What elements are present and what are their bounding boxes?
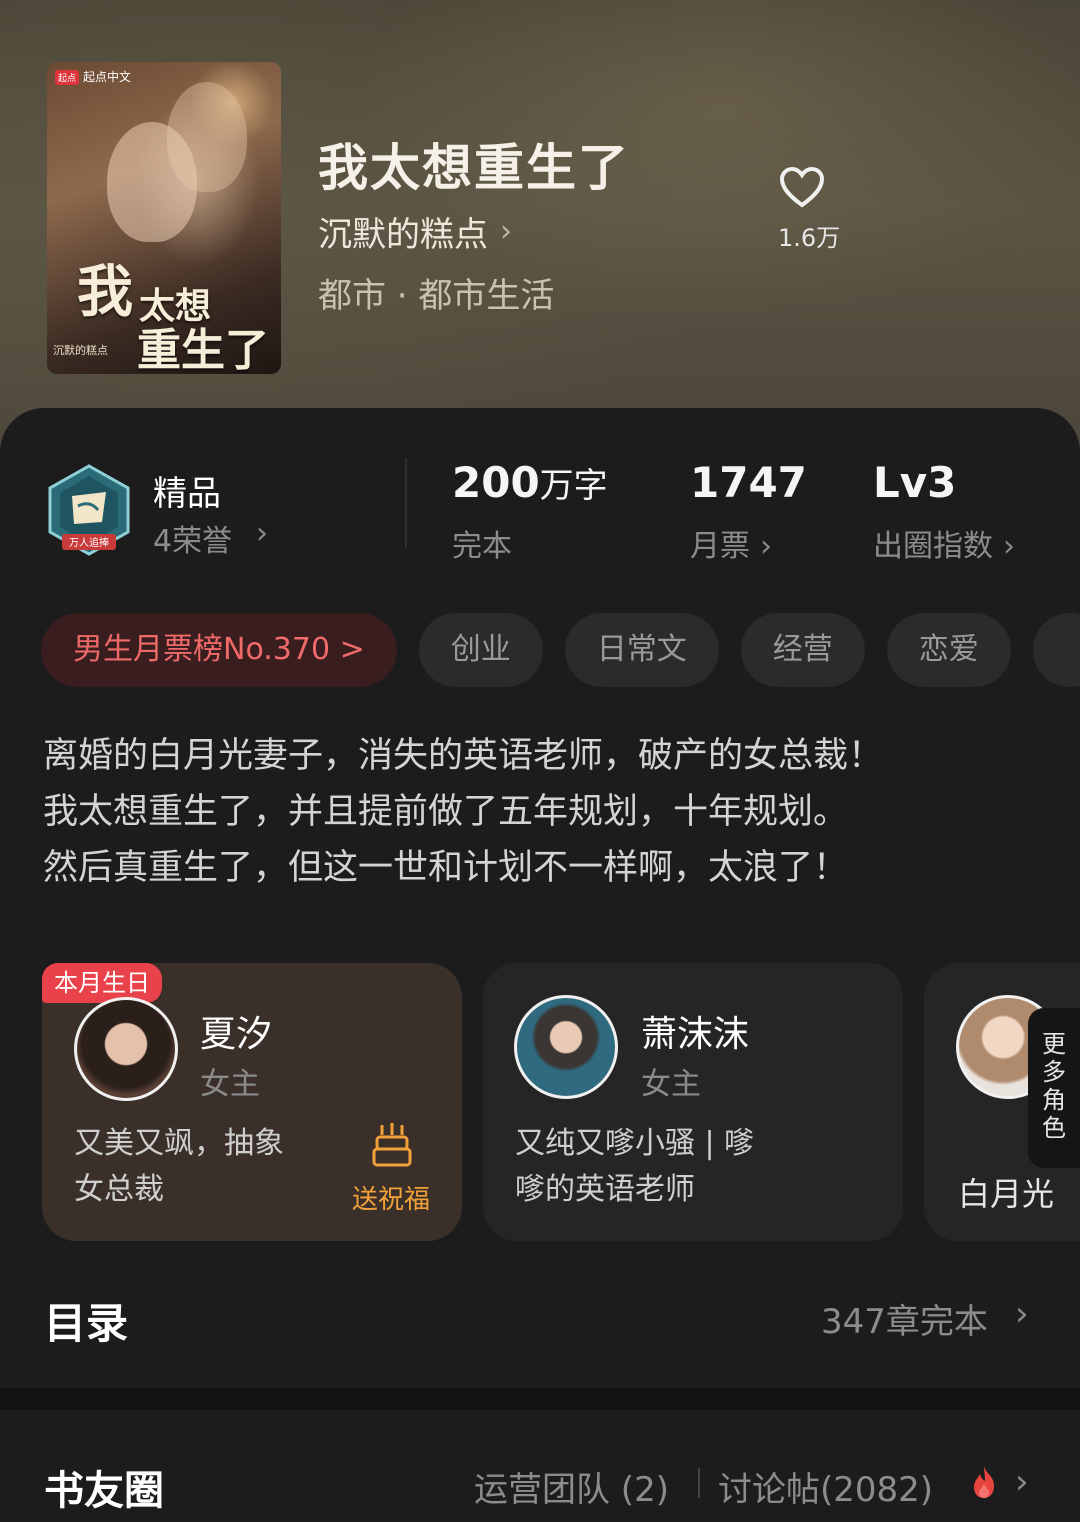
section-separator xyxy=(0,1388,1080,1410)
book-genre: 都市 · 都市生活 xyxy=(318,276,555,316)
chevron-right-icon: › xyxy=(256,516,268,551)
birthday-badge: 本月生日 xyxy=(42,963,162,1003)
publisher-logo: 起点 xyxy=(55,70,80,85)
heart-icon[interactable] xyxy=(778,165,826,209)
tag-chip[interactable]: 创业 xyxy=(418,613,543,687)
character-name: 夏汐 xyxy=(200,1014,273,1055)
fire-icon xyxy=(974,1466,994,1498)
stat-value: 1747 xyxy=(690,458,807,507)
chevron-right-icon: › xyxy=(1015,1294,1029,1334)
more-roles-char: 色 xyxy=(1042,1114,1066,1142)
discussion-posts-link[interactable]: 讨论帖(2082) xyxy=(718,1462,933,1511)
rank-tag[interactable]: 男生月票榜No.370 > xyxy=(41,613,397,687)
divider xyxy=(405,458,407,548)
chevron-right-icon: › xyxy=(760,529,772,564)
toc-summary[interactable]: 347章完本 xyxy=(821,1294,988,1343)
character-name: 白月光 xyxy=(958,1175,1055,1213)
avatar xyxy=(514,995,618,1099)
tag-chip[interactable]: 经营 xyxy=(740,613,865,687)
stat-label: 完本 xyxy=(452,529,512,564)
tag-chip-partial[interactable] xyxy=(1032,613,1080,687)
like-count: 1.6万 xyxy=(778,224,841,252)
book-title: 我太想重生了 xyxy=(318,138,630,197)
book-intro[interactable]: 离婚的白月光妻子，消失的英语老师，破产的女总裁！ 我太想重生了，并且提前做了五年… xyxy=(43,728,1043,896)
character-role: 女主 xyxy=(200,1067,260,1102)
stat-label: 月票 xyxy=(690,529,750,564)
toc-title[interactable]: 目录 xyxy=(44,1290,128,1351)
stat-unit: 万字 xyxy=(539,466,608,506)
cover-figure xyxy=(107,122,197,242)
book-cover[interactable]: 起点 起点中文 我 太想 重生了 沉默的糕点 xyxy=(47,62,281,374)
character-desc: 又美又飒，抽象 女总裁 xyxy=(74,1121,284,1213)
character-card[interactable]: 本月生日 夏汐 女主 又美又飒，抽象 女总裁 送祝福 xyxy=(42,963,462,1241)
stat-monthly-tickets[interactable]: 1747 月票 › xyxy=(690,458,807,565)
cover-title-1: 我 xyxy=(77,259,133,325)
quality-badge-icon[interactable]: 万人追捧 xyxy=(44,462,134,558)
stat-label: 出圈指数 xyxy=(873,529,993,564)
character-desc-line: 又美又飒，抽象 xyxy=(74,1126,284,1161)
character-card[interactable]: 萧沫沫 女主 又纯又嗲小骚 | 嗲 嗲的英语老师 xyxy=(483,963,903,1241)
character-name: 萧沫沫 xyxy=(641,1014,750,1055)
more-roles-char: 多 xyxy=(1042,1058,1066,1086)
stat-value: 200 xyxy=(452,458,540,507)
author-link[interactable]: 沉默的糕点 › xyxy=(318,207,512,256)
avatar xyxy=(74,997,178,1101)
character-desc-line: 女总裁 xyxy=(74,1172,164,1207)
badge-ribbon-text: 万人追捧 xyxy=(69,536,109,549)
stat-words: 200万字 完本 xyxy=(452,458,608,565)
intro-line: 我太想重生了，并且提前做了五年规划，十年规划。 xyxy=(43,792,849,832)
character-list: 本月生日 夏汐 女主 又美又飒，抽象 女总裁 送祝福 萧沫沫 女主 又纯又嗲小骚… xyxy=(42,963,1080,1241)
cover-title-3: 重生了 xyxy=(137,325,269,374)
character-desc-line: 又纯又嗲小骚 | 嗲 xyxy=(515,1126,755,1161)
character-desc: 又纯又嗲小骚 | 嗲 嗲的英语老师 xyxy=(515,1121,754,1213)
character-desc-line: 嗲的英语老师 xyxy=(515,1172,695,1207)
chevron-right-icon: › xyxy=(1015,1462,1029,1502)
chevron-right-icon: › xyxy=(500,214,512,249)
circle-title[interactable]: 书友圈 xyxy=(44,1458,164,1516)
tag-chip[interactable]: 恋爱 xyxy=(886,613,1011,687)
tag-chip[interactable]: 日常文 xyxy=(564,613,719,687)
intro-line: 然后真重生了，但这一世和计划不一样啊，太浪了！ xyxy=(43,848,849,888)
more-roles-char: 角 xyxy=(1042,1086,1066,1114)
divider xyxy=(698,1468,700,1498)
honors-link[interactable]: 4荣誉 xyxy=(153,516,232,560)
send-blessing-button[interactable]: 送祝福 xyxy=(352,1179,430,1216)
author-name: 沉默的糕点 xyxy=(318,215,488,255)
quality-title: 精品 xyxy=(153,474,221,514)
cake-icon[interactable] xyxy=(372,1121,412,1169)
intro-line: 离婚的白月光妻子，消失的英语老师，破产的女总裁！ xyxy=(43,736,884,776)
more-roles-char: 更 xyxy=(1042,1030,1066,1058)
chevron-right-icon: › xyxy=(1003,529,1015,564)
character-role: 女主 xyxy=(641,1067,701,1102)
stat-popularity-index[interactable]: Lv3 出圈指数 › xyxy=(873,458,1015,565)
ops-team-link[interactable]: 运营团队 (2) xyxy=(474,1462,669,1511)
stat-value: Lv3 xyxy=(873,458,957,507)
more-roles-button[interactable]: 更 多 角 色 xyxy=(1028,1008,1080,1168)
publisher-name: 起点中文 xyxy=(83,70,132,84)
tag-list: 男生月票榜No.370 > 创业 日常文 经营 恋爱 xyxy=(41,613,1080,687)
cover-author: 沉默的糕点 xyxy=(53,344,108,357)
cover-publisher: 起点 起点中文 xyxy=(55,68,131,85)
